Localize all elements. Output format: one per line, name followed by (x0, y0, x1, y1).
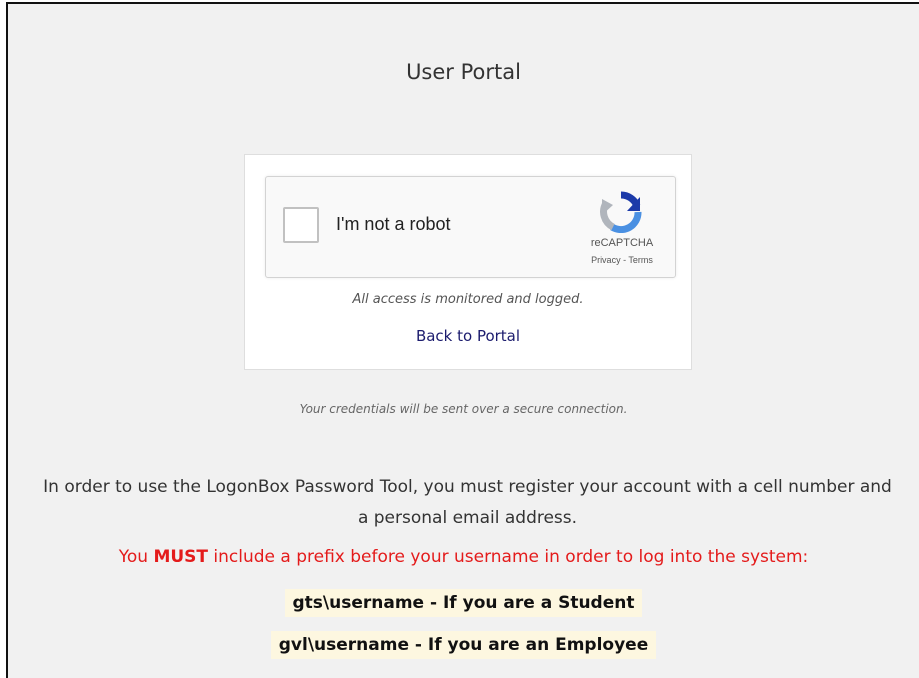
recaptcha-logo-icon (600, 191, 642, 233)
recaptcha-widget: I'm not a robot reCAPTCHA Privacy - Term… (265, 176, 676, 278)
warning-emphasis: MUST (153, 547, 208, 567)
recaptcha-links: Privacy - Terms (572, 255, 672, 265)
portal-page: User Portal I'm not a robot reCAPTCHA Pr… (6, 2, 919, 678)
warning-text-end: include a prefix before your username in… (208, 547, 809, 567)
recaptcha-terms-link[interactable]: Terms (628, 255, 653, 265)
student-prefix: gts\username - If you are a Student (284, 589, 643, 617)
back-to-portal-link[interactable]: Back to Portal (245, 327, 691, 345)
page-title: User Portal (406, 60, 521, 84)
recaptcha-brand: reCAPTCHA (590, 237, 654, 249)
warning-text-start: You (118, 547, 154, 567)
registration-info: In order to use the LogonBox Password To… (43, 477, 892, 528)
recaptcha-label: I'm not a robot (336, 214, 451, 234)
employee-prefix-line: gvl\username - If you are an Employee (8, 631, 919, 659)
student-prefix-line: gts\username - If you are a Student (8, 589, 919, 617)
secure-connection-notice: Your credentials will be sent over a sec… (299, 402, 628, 416)
monitored-notice: All access is monitored and logged. (352, 292, 584, 307)
recaptcha-privacy-link[interactable]: Privacy (591, 255, 621, 265)
prefix-warning: You MUST include a prefix before your us… (18, 547, 909, 567)
login-card: I'm not a robot reCAPTCHA Privacy - Term… (244, 154, 692, 370)
employee-prefix: gvl\username - If you are an Employee (270, 631, 657, 659)
recaptcha-checkbox[interactable] (283, 207, 319, 243)
